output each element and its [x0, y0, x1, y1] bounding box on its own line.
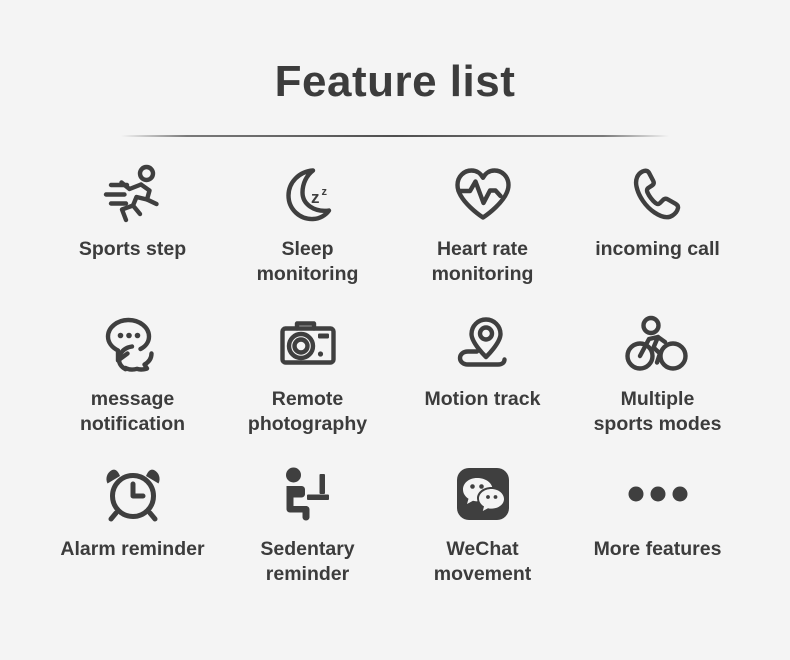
- feature-item-sports-modes[interactable]: Multiple sports modes: [570, 313, 745, 463]
- feature-item-message-notification[interactable]: message notification: [45, 313, 220, 463]
- feature-list-page: Feature list Sports step z z Sleep monit…: [0, 0, 790, 660]
- feature-item-sleep-monitoring[interactable]: z z Sleep monitoring: [220, 163, 395, 313]
- bicycle-rider-icon: [624, 313, 691, 375]
- feature-grid: Sports step z z Sleep monitoring Heart r…: [45, 137, 745, 613]
- feature-item-heart-rate[interactable]: Heart rate monitoring: [395, 163, 570, 313]
- feature-item-label: Motion track: [424, 388, 541, 411]
- feature-item-label: Sports step: [78, 238, 187, 261]
- feature-item-label: Alarm reminder: [60, 538, 205, 561]
- page-title: Feature list: [274, 57, 516, 106]
- feature-item-label: Sleep monitoring: [256, 238, 359, 286]
- feature-item-incoming-call[interactable]: incoming call: [570, 163, 745, 313]
- feature-item-motion-track[interactable]: Motion track: [395, 313, 570, 463]
- ellipsis-dots-icon: [627, 463, 689, 525]
- camera-icon: [277, 313, 339, 375]
- feature-item-label: incoming call: [595, 238, 720, 261]
- wechat-logo-icon: [456, 463, 509, 525]
- crescent-moon-sleep-icon: z z: [278, 163, 338, 225]
- svg-text:z: z: [321, 186, 327, 198]
- svg-text:z: z: [311, 188, 320, 207]
- running-person-icon: [100, 163, 166, 225]
- feature-item-label: Multiple sports modes: [593, 388, 722, 436]
- feature-item-label: Remote photography: [247, 388, 368, 436]
- seated-person-desk-icon: [279, 463, 337, 525]
- heart-pulse-icon: [452, 163, 514, 225]
- feature-item-label: Sedentary reminder: [260, 538, 355, 586]
- feature-item-remote-photography[interactable]: Remote photography: [220, 313, 395, 463]
- map-pin-route-icon: [452, 313, 514, 375]
- feature-item-alarm-reminder[interactable]: Alarm reminder: [45, 463, 220, 613]
- phone-handset-icon: [629, 163, 687, 225]
- feature-item-more-features[interactable]: More features: [570, 463, 745, 613]
- feature-item-label: WeChat movement: [433, 538, 532, 586]
- feature-item-label: More features: [593, 538, 722, 561]
- feature-item-label: Heart rate monitoring: [431, 238, 534, 286]
- feature-item-sedentary-reminder[interactable]: Sedentary reminder: [220, 463, 395, 613]
- alarm-clock-icon: [103, 463, 163, 525]
- feature-item-label: message notification: [79, 388, 186, 436]
- speech-bubbles-icon: [102, 313, 164, 375]
- feature-item-sports-step[interactable]: Sports step: [45, 163, 220, 313]
- feature-item-wechat-movement[interactable]: WeChat movement: [395, 463, 570, 613]
